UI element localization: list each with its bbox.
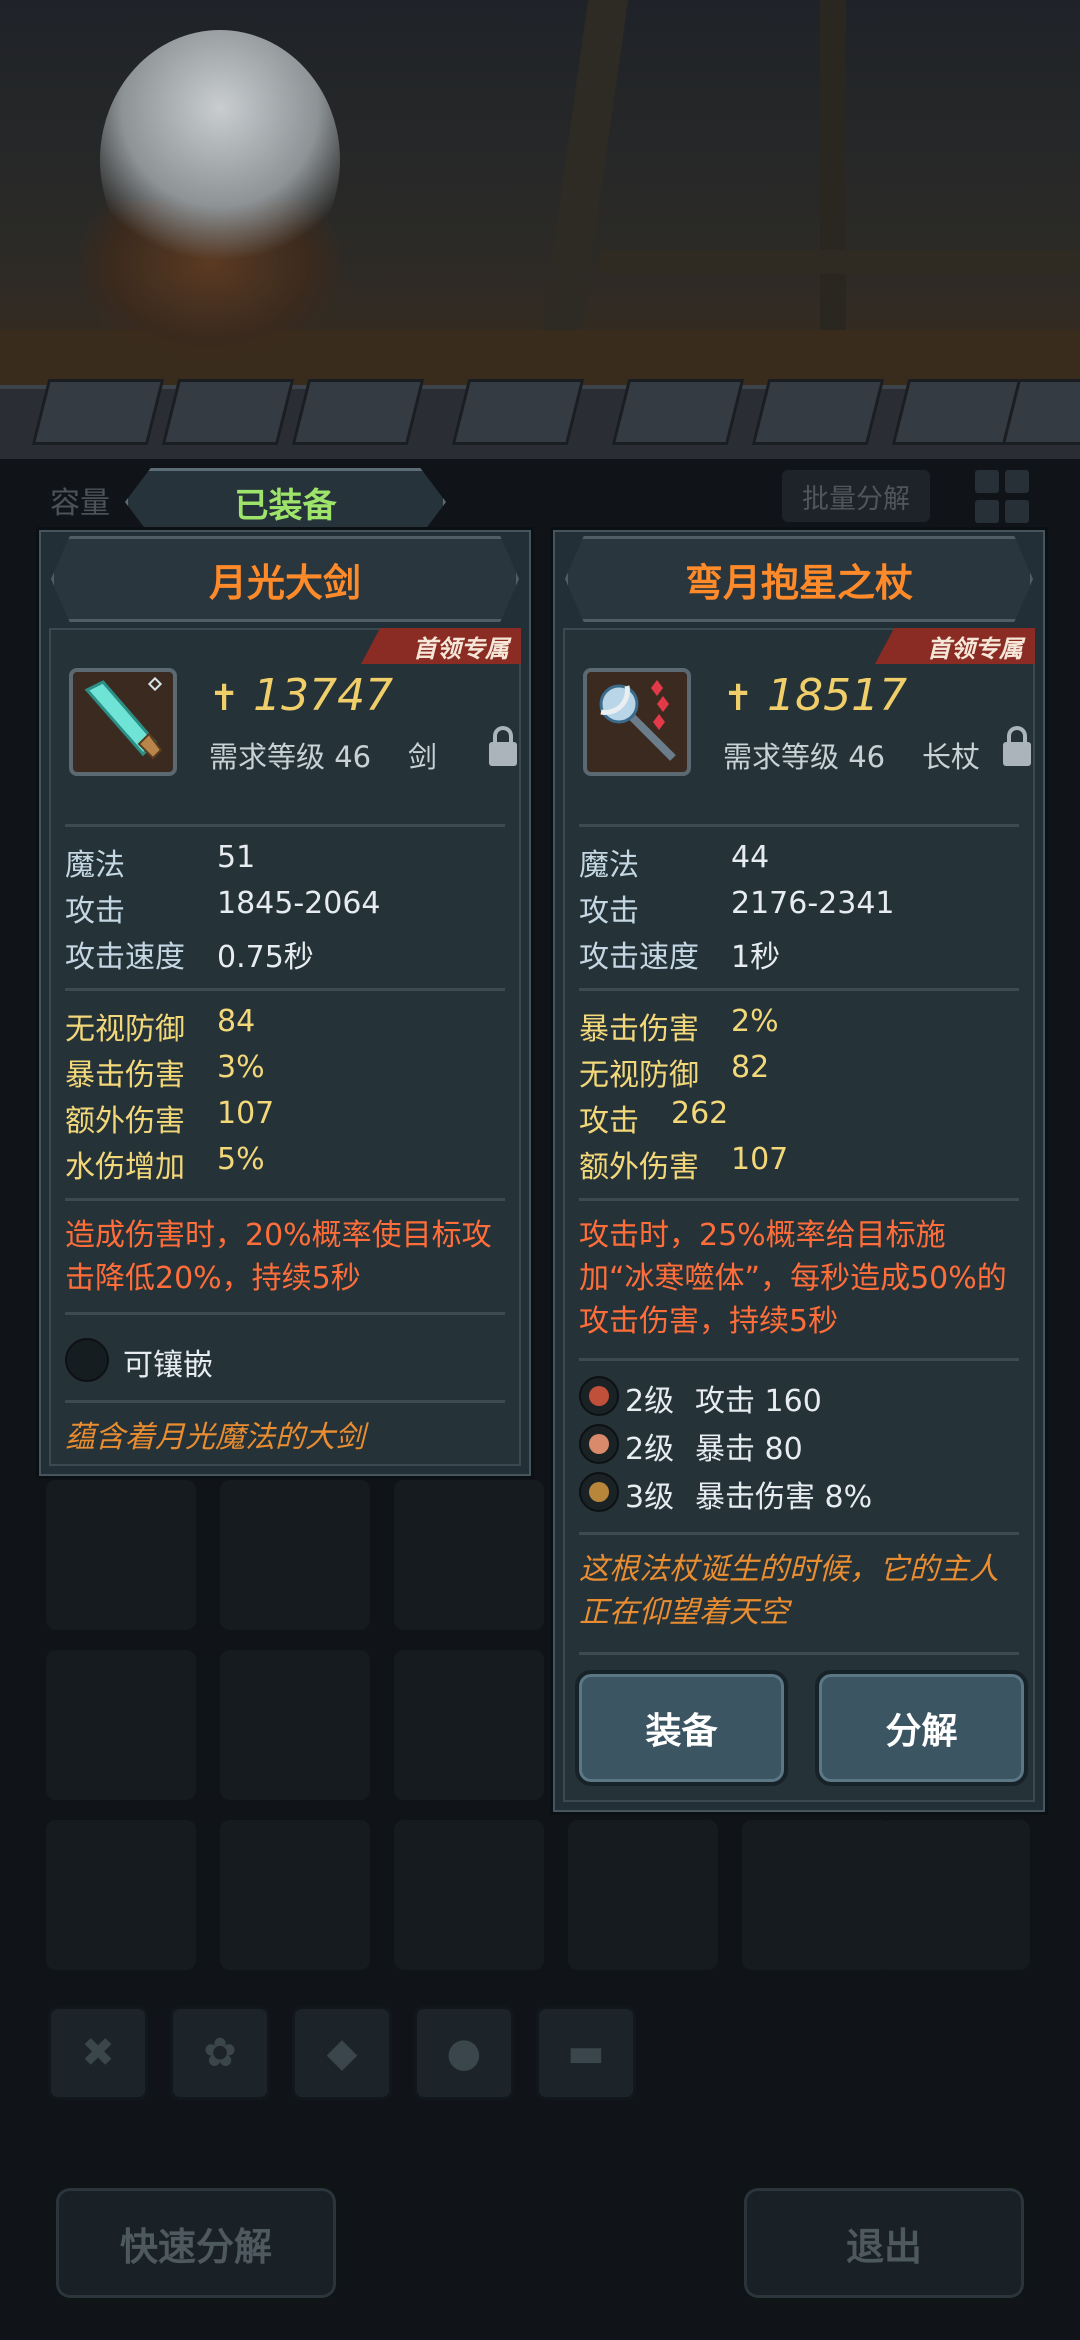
lock-icon[interactable] [1003,726,1031,766]
inventory-slot [394,1480,544,1630]
wooden-beam [600,250,1080,274]
inventory-slot [742,1820,892,1970]
boss-exclusive-badge: 首领专属 [361,628,521,664]
level-requirement: 需求等级 46 剑 [209,740,438,774]
grid-view-icon[interactable] [975,470,1031,524]
inventory-slot [46,1650,196,1800]
level-requirement: 需求等级 46 长杖 [723,740,981,774]
item-name: 弯月抱星之杖 [565,536,1033,622]
tab-equipped[interactable]: 已装备 [125,468,446,536]
bonus-stat-row: 暴击伤害 3% [65,1050,265,1093]
combat-power: ✝ 13747 [209,670,394,721]
battlement-wall [0,379,1080,459]
item-type: 剑 [408,740,438,774]
special-effect: 攻击时，25%概率给目标施加“冰寒噬体”，每秒造成50%的攻击伤害，持续5秒 [579,1218,1007,1339]
inventory-slot [46,1820,196,1970]
bonus-stat-row: 额外伤害 107 [65,1096,275,1139]
empty-socket-icon [65,1338,109,1382]
chest-icon[interactable]: ▬ [536,2006,636,2100]
gem-bonus: 2级 攻击 160 [625,1384,822,1419]
item-details: 首领专属 ✝ 13747 需求等级 46 剑 魔法 51 攻击 1845-2064 攻… [49,628,521,1466]
character-portrait [100,30,340,290]
inventory-slot [220,1480,370,1630]
quick-decompose-button[interactable]: 快速分解 [52,2184,340,2302]
lock-icon[interactable] [489,726,517,766]
inventory-slot [46,1480,196,1630]
inventory-slot [394,1650,544,1800]
exit-button[interactable]: 退出 [740,2184,1028,2302]
bonus-stat-row: 暴击伤害 2% [579,1004,779,1047]
capacity-label: 容量 [50,486,110,521]
stat-row: 魔法 44 [579,840,770,883]
boss-exclusive-badge: 首领专属 [875,628,1035,664]
item-details: 首领专属 ✝ 18517 需求等级 46 长杖 魔法 44 攻击 2176-2341 … [563,628,1035,1802]
bonus-stat-row: 攻击 262 [579,1096,729,1139]
bonus-stat-row: 水伤增加 5% [65,1142,265,1185]
ore-icon[interactable]: ● [414,2006,514,2100]
flavor-text: 这根法杖诞生的时候，它的主人正在仰望着天空 [579,1552,999,1630]
inventory-slot [394,1820,544,1970]
background-scene [0,0,1080,400]
stat-row: 魔法 51 [65,840,256,883]
bonus-stat-row: 无视防御 84 [65,1004,256,1047]
gem-bonus: 2级 暴击 80 [625,1432,803,1467]
gem-bonus: 3级 暴击伤害 8% [625,1480,873,1515]
inventory-slot [880,1820,1030,1970]
inventory-slot [220,1820,370,1970]
special-effect: 造成伤害时，20%概率使目标攻击降低20%，持续5秒 [65,1218,492,1296]
power-icon: ✝ [209,678,240,719]
gem-color [589,1482,609,1502]
decompose-button[interactable]: 分解 [815,1670,1028,1786]
inventory-slot [568,1820,718,1970]
selected-item-card: 弯月抱星之杖 首领专属 ✝ 18517 需求等级 46 长杖 魔法 44 攻击 217… [550,527,1048,1815]
equip-button[interactable]: 装备 [575,1670,788,1786]
staff-icon [583,668,691,776]
stat-row: 攻击速度 1秒 [579,940,781,975]
flavor-text: 蕴含着月光魔法的大剑 [65,1420,365,1455]
paw-icon[interactable]: ✿ [170,2006,270,2100]
equipped-item-card: 月光大剑 首领专属 ✝ 13747 需求等级 46 剑 魔法 51 攻击 1845-2… [36,527,534,1479]
stat-row: 攻击 2176-2341 [579,886,895,929]
item-name: 月光大剑 [51,536,519,622]
ruby-gem-icon [579,1376,619,1416]
bonus-stat-row: 额外伤害 107 [579,1142,789,1185]
combat-power: ✝ 18517 [723,670,908,721]
power-icon: ✝ [723,678,754,719]
amber-gem-icon [579,1472,619,1512]
sword-icon [69,668,177,776]
inventory-slot [220,1650,370,1800]
tools-icon[interactable]: ✖ [48,2006,148,2100]
bonus-stat-row: 无视防御 82 [579,1050,770,1093]
item-type: 长杖 [922,740,981,774]
bulk-decompose-button[interactable]: 批量分解 [782,470,930,522]
gem-color [589,1434,609,1454]
gem-color [589,1386,609,1406]
pearl-gem-icon [579,1424,619,1464]
stat-row: 攻击速度 0.75秒 [65,940,314,975]
gem-icon[interactable]: ◆ [292,2006,392,2100]
socket-label: 可镶嵌 [123,1348,213,1383]
stat-row: 攻击 1845-2064 [65,886,381,929]
